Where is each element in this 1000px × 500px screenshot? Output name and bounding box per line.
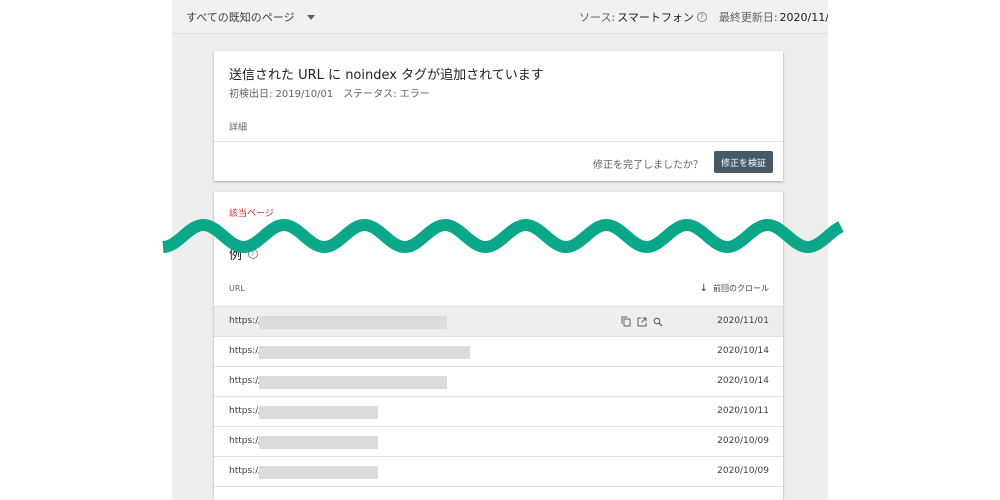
- affected-pages-card: 該当ページ 例 ? URL ↓ 前回のクロール https:// 2020/11…: [214, 192, 783, 500]
- last-crawl-date: 2020/10/11: [717, 406, 769, 416]
- url-prefix: https://: [229, 436, 262, 446]
- table-row[interactable]: https:// 2020/10/14: [214, 337, 783, 367]
- first-detected: 初検出日: 2019/10/01: [229, 89, 334, 100]
- open-in-new-icon[interactable]: [636, 316, 647, 327]
- examples-heading: 例 ?: [229, 244, 259, 263]
- last-crawl-date: 2020/10/09: [717, 436, 769, 446]
- url-prefix: https://: [229, 346, 262, 356]
- sort-arrow-icon: ↓: [699, 283, 708, 294]
- table-row[interactable]: https:// 2020/10/11: [214, 397, 783, 427]
- redacted-url: [259, 376, 447, 389]
- table-row[interactable]: https:// 2020/10/14: [214, 367, 783, 397]
- source-info: ソース: スマートフォン ? 最終更新日: 2020/11/07: [579, 9, 828, 25]
- issue-card: 送信された URL に noindex タグが追加されています 初検出日: 20…: [214, 51, 783, 181]
- search-icon[interactable]: [652, 316, 663, 327]
- help-icon[interactable]: ?: [248, 248, 259, 259]
- fix-question: 修正を完了しましたか？: [593, 160, 703, 171]
- issue-meta: 初検出日: 2019/10/01 ステータス: エラー: [229, 85, 430, 100]
- redacted-url: [259, 406, 378, 419]
- url-prefix: https://: [229, 316, 262, 326]
- last-updated-value: 2020/11/07: [779, 10, 828, 24]
- redacted-url: [259, 346, 470, 359]
- last-crawl-date: 2020/10/14: [717, 376, 769, 386]
- table-row[interactable]: https:// 2020/10/09: [214, 427, 783, 457]
- column-header-last-crawl[interactable]: ↓ 前回のクロール: [700, 283, 769, 294]
- redacted-url: [259, 316, 447, 329]
- url-prefix: https://: [229, 466, 262, 476]
- issue-status: ステータス: エラー: [343, 89, 430, 100]
- source-value: スマートフォン: [617, 11, 694, 24]
- table-row[interactable]: https:// 2020/11/01: [214, 307, 783, 337]
- table-row[interactable]: https:// 2020/10/09: [214, 457, 783, 487]
- row-tools: [620, 316, 663, 327]
- redacted-url: [259, 436, 378, 449]
- top-bar: すべての既知のページ ソース: スマートフォン ? 最終更新日: 2020/11…: [172, 0, 828, 34]
- validate-fix-button[interactable]: 修正を検証: [714, 151, 773, 173]
- caret-down-icon: [306, 14, 315, 20]
- page-filter-dropdown[interactable]: すべての既知のページ: [186, 9, 315, 25]
- issue-title: 送信された URL に noindex タグが追加されています: [229, 68, 544, 83]
- last-crawl-date: 2020/10/09: [717, 466, 769, 476]
- last-crawl-date: 2020/11/01: [717, 316, 769, 326]
- source-label: ソース:: [579, 11, 616, 24]
- last-updated-label: 最終更新日:: [718, 11, 778, 24]
- last-crawl-date: 2020/10/14: [717, 346, 769, 356]
- url-table: https:// 2020/11/01 https:// 2020/10/14 …: [214, 307, 783, 487]
- last-crawl-label: 前回のクロール: [713, 284, 769, 293]
- help-icon[interactable]: ?: [696, 12, 707, 22]
- copy-icon[interactable]: [620, 316, 631, 327]
- url-prefix: https://: [229, 406, 262, 416]
- examples-title: 例: [229, 248, 243, 263]
- redacted-url: [259, 466, 378, 479]
- details-label: 詳細: [229, 123, 248, 133]
- url-prefix: https://: [229, 376, 262, 386]
- section-label: 該当ページ: [229, 209, 274, 219]
- column-header-url: URL: [229, 284, 245, 293]
- search-console-panel: すべての既知のページ ソース: スマートフォン ? 最終更新日: 2020/11…: [172, 0, 828, 500]
- divider: [214, 141, 783, 142]
- page-filter-label: すべての既知のページ: [186, 11, 295, 24]
